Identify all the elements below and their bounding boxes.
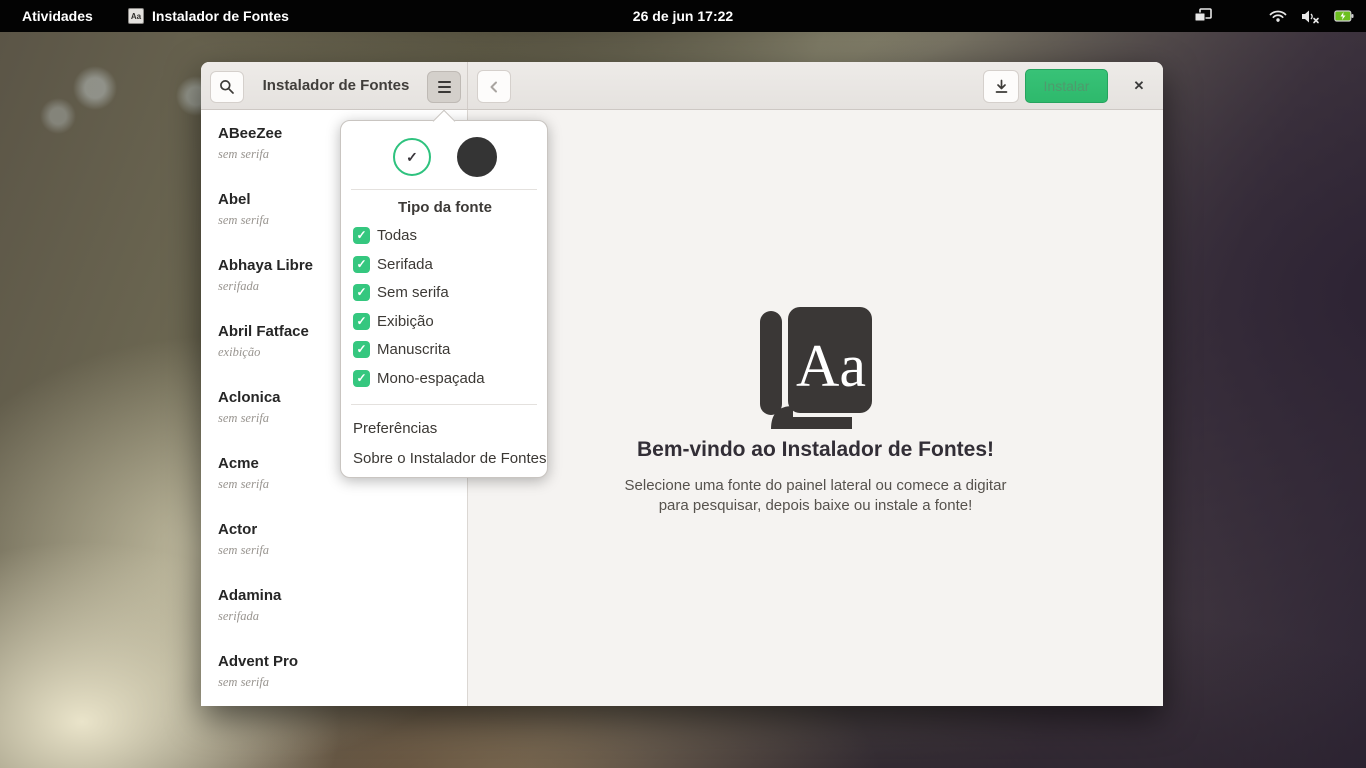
hamburger-icon [438, 81, 451, 93]
install-button[interactable]: Instalar [1025, 69, 1108, 103]
checkbox-checked-icon[interactable] [353, 341, 370, 358]
checkbox-checked-icon[interactable] [353, 370, 370, 387]
font-list-item[interactable]: Actor sem serifa [218, 521, 457, 581]
font-type-header: Tipo da fonte [341, 199, 549, 216]
close-icon[interactable] [1123, 71, 1155, 101]
menu-button[interactable] [427, 71, 461, 103]
svg-text:Aa: Aa [796, 333, 866, 399]
chevron-left-icon [488, 80, 500, 94]
dark-theme-icon[interactable] [457, 137, 497, 177]
headerbar-separator [467, 62, 468, 109]
wifi-icon[interactable]: * [1269, 9, 1287, 24]
popover-separator [351, 404, 537, 405]
checkbox-checked-icon[interactable] [353, 284, 370, 301]
download-icon [994, 79, 1009, 94]
menu-item-about[interactable]: Sobre o Instalador de Fontes [353, 448, 546, 468]
welcome-title: Bem-vindo ao Instalador de Fontes! [468, 438, 1163, 462]
system-tray[interactable]: * [1194, 0, 1354, 32]
filter-todas[interactable]: Todas [353, 225, 417, 245]
screen-share-icon[interactable] [1194, 8, 1213, 24]
light-theme-selected-icon[interactable] [393, 138, 431, 176]
checkbox-checked-icon[interactable] [353, 313, 370, 330]
welcome-pane: Aa Bem-vindo ao Instalador de Fontes! Se… [468, 110, 1163, 706]
filter-sem-serifa[interactable]: Sem serifa [353, 282, 449, 302]
filter-serifada[interactable]: Serifada [353, 254, 433, 274]
filter-exibicao[interactable]: Exibição [353, 311, 434, 331]
checkbox-checked-icon[interactable] [353, 227, 370, 244]
filter-manuscrita[interactable]: Manuscrita [353, 339, 450, 359]
filter-mono-espacada[interactable]: Mono-espaçada [353, 368, 485, 388]
search-button[interactable] [210, 71, 244, 103]
focused-app-name: Instalador de Fontes [152, 8, 289, 24]
clock[interactable]: 26 de jun 17:22 [633, 0, 733, 32]
battery-charging-icon[interactable] [1334, 10, 1354, 22]
checkbox-checked-icon[interactable] [353, 256, 370, 273]
menu-popover: Tipo da fonte Todas Serifada Sem serifa … [340, 120, 548, 478]
desktop: Atividades Aa Instalador de Fontes 26 de… [0, 0, 1366, 768]
volume-muted-icon[interactable] [1301, 9, 1320, 24]
app-icon: Aa [128, 8, 144, 24]
activities-button[interactable]: Atividades [22, 0, 93, 32]
menu-item-preferences[interactable]: Preferências [353, 418, 437, 438]
popover-separator [351, 189, 537, 190]
top-bar: Atividades Aa Instalador de Fontes 26 de… [0, 0, 1366, 32]
focused-app-menu[interactable]: Aa Instalador de Fontes [128, 0, 289, 32]
font-list-item[interactable]: Adamina serifada [218, 587, 457, 647]
theme-switcher [341, 135, 549, 179]
search-icon [219, 79, 235, 95]
svg-text:*: * [1277, 20, 1279, 24]
window-title: Instalador de Fontes [251, 62, 421, 109]
font-list-item[interactable]: Advent Pro sem serifa [218, 653, 457, 713]
download-button[interactable] [983, 70, 1019, 103]
book-fonts-icon: Aa [760, 307, 872, 429]
back-button[interactable] [477, 70, 511, 103]
welcome-subtitle: Selecione uma fonte do painel lateral ou… [468, 476, 1163, 516]
headerbar: Instalador de Fontes [201, 62, 1163, 110]
